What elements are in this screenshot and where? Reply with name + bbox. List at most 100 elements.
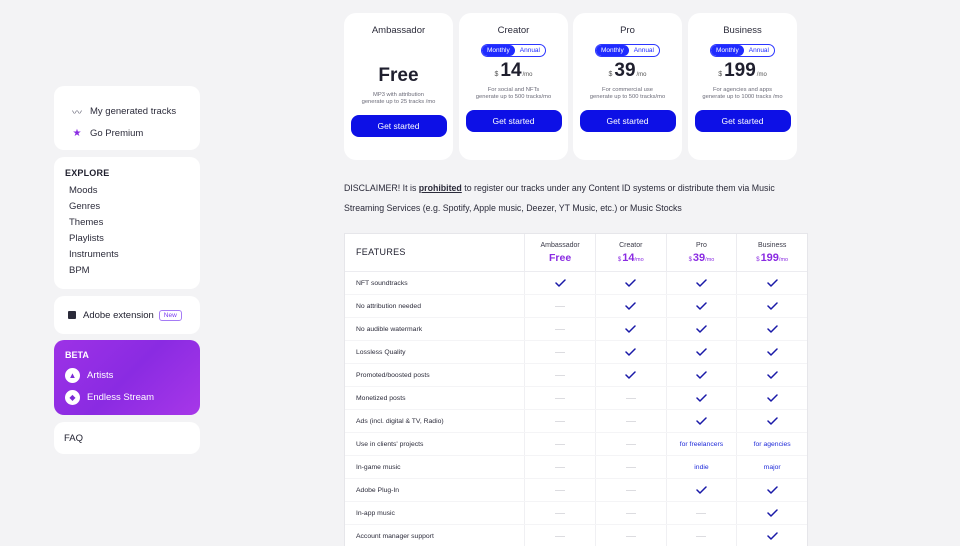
check-icon [696,348,707,356]
feature-cell [594,387,666,409]
waveform-icon: 〰 [72,107,82,119]
toggle-annual[interactable]: Annual [515,45,545,56]
dash-icon [555,397,566,399]
feature-cell [594,295,666,317]
price-value: 39 [614,60,636,81]
plan-name: Business [723,25,762,36]
check-icon [766,279,778,287]
plan-desc-line: For agencies and apps [713,87,772,93]
feature-cell [665,479,737,501]
billing-toggle: Monthly Annual [709,44,775,57]
feature-cell [736,525,807,546]
toggle-annual[interactable]: Annual [629,45,659,56]
check-icon [766,302,778,310]
sidebar-item-bpm[interactable]: BPM [65,263,200,279]
sidebar-item-moods[interactable]: Moods [65,183,200,199]
feature-cell [736,479,807,501]
dash-icon [555,443,566,445]
price-period: /mo [705,257,715,263]
toggle-monthly[interactable]: Monthly [595,45,629,56]
sidebar-beta-card: BETA ▲ Artists ◆ Endless Stream [54,340,200,415]
get-started-button-ambassador[interactable]: Get started [350,115,447,137]
get-started-button-creator[interactable]: Get started [465,110,562,132]
toggle-monthly[interactable]: Monthly [481,45,515,56]
feature-cell [665,341,737,363]
column-pro: Pro $ 39 /mo [665,234,737,271]
table-row: In-app music [345,502,807,525]
table-row: Promoted/boosted posts [345,364,807,387]
feature-cell [665,318,737,340]
feature-cell: indie [665,456,737,478]
dash-icon [625,443,636,445]
sidebar-item-faq[interactable]: FAQ [54,422,200,454]
sidebar-item-themes[interactable]: Themes [65,215,200,231]
column-price: $ 199 /mo [737,252,807,264]
feature-cell: major [736,456,807,478]
sidebar-item-artists[interactable]: ▲ Artists [65,364,200,386]
column-creator: Creator $ 14 /mo [594,234,666,271]
feature-cell [594,410,666,432]
price-value: 14 [622,252,635,264]
column-name: Ambassador [540,242,580,249]
feature-name: In-game music [356,464,401,471]
feature-name: NFT soundtracks [356,280,408,287]
table-row: No audible watermark [345,318,807,341]
plan-price: $ 199 /mo [688,60,797,84]
table-row: Account manager support [345,525,807,546]
price-currency: $ [756,257,760,263]
check-icon [766,394,778,402]
plan-description: For social and NFTs generate up to 500 t… [459,87,568,101]
table-row: Ads (incl. digital & TV, Radio) [345,410,807,433]
feature-name: No attribution needed [356,303,421,310]
check-icon [766,417,778,425]
feature-cell [665,525,737,546]
feature-cell: for freelancers [665,433,737,455]
plan-card-creator: Creator Monthly Annual $ 14 /mo For soci… [459,13,568,160]
toggle-annual[interactable]: Annual [744,45,774,56]
dash-icon [555,466,566,468]
billing-toggle: Monthly Annual [480,44,546,57]
sidebar-item-go-premium[interactable]: ★ Go Premium [70,122,200,144]
feature-cell [736,272,807,294]
sidebar-item-adobe-extension[interactable]: Adobe extension New [54,296,200,334]
feature-cell [594,525,666,546]
feature-name: Promoted/boosted posts [356,372,430,379]
feature-cell [665,272,737,294]
toggle-monthly[interactable]: Monthly [710,45,744,56]
get-started-button-pro[interactable]: Get started [579,110,676,132]
disclaimer-prefix: DISCLAIMER! It is [344,183,419,193]
feature-cell [736,410,807,432]
sidebar-item-instruments[interactable]: Instruments [65,247,200,263]
plan-desc-line: generate up to 500 tracks/mo [475,94,552,100]
plan-card-pro: Pro Monthly Annual $ 39 /mo For commerci… [573,13,682,160]
dash-icon [555,351,566,353]
get-started-button-business[interactable]: Get started [694,110,791,132]
beta-title: BETA [65,350,89,360]
sidebar-item-generated-tracks[interactable]: 〰 My generated tracks [70,100,200,122]
feature-name: Monetized posts [356,395,406,402]
dash-icon [625,489,636,491]
check-icon [696,417,707,425]
star-icon: ★ [72,127,82,139]
price-value: Free [549,252,572,264]
plan-price: $ 14 /mo [459,60,568,84]
sidebar-item-playlists[interactable]: Playlists [65,231,200,247]
table-row: Adobe Plug-In [345,479,807,502]
dash-icon [555,489,566,491]
column-price: $ 39 /mo [667,252,737,264]
feature-name: Ads (incl. digital & TV, Radio) [356,418,444,425]
feature-cell [524,456,595,478]
sidebar-item-endless-stream[interactable]: ◆ Endless Stream [65,386,200,408]
column-price: $ 14 /mo [596,252,666,264]
plan-description: For commercial use generate up to 500 tr… [573,87,682,101]
plan-desc-line: For social and NFTs [487,87,540,93]
explore-title: EXPLORE [65,168,110,178]
feature-cell [524,525,595,546]
feature-name: In-app music [356,510,395,517]
feature-cell-text: major [763,463,781,471]
table-row: No attribution needed [345,295,807,318]
feature-cell-text: for agencies [753,440,791,448]
sidebar-item-genres[interactable]: Genres [65,199,200,215]
price-period: /mo [634,257,644,263]
feature-cell-text: for freelancers [679,440,724,448]
